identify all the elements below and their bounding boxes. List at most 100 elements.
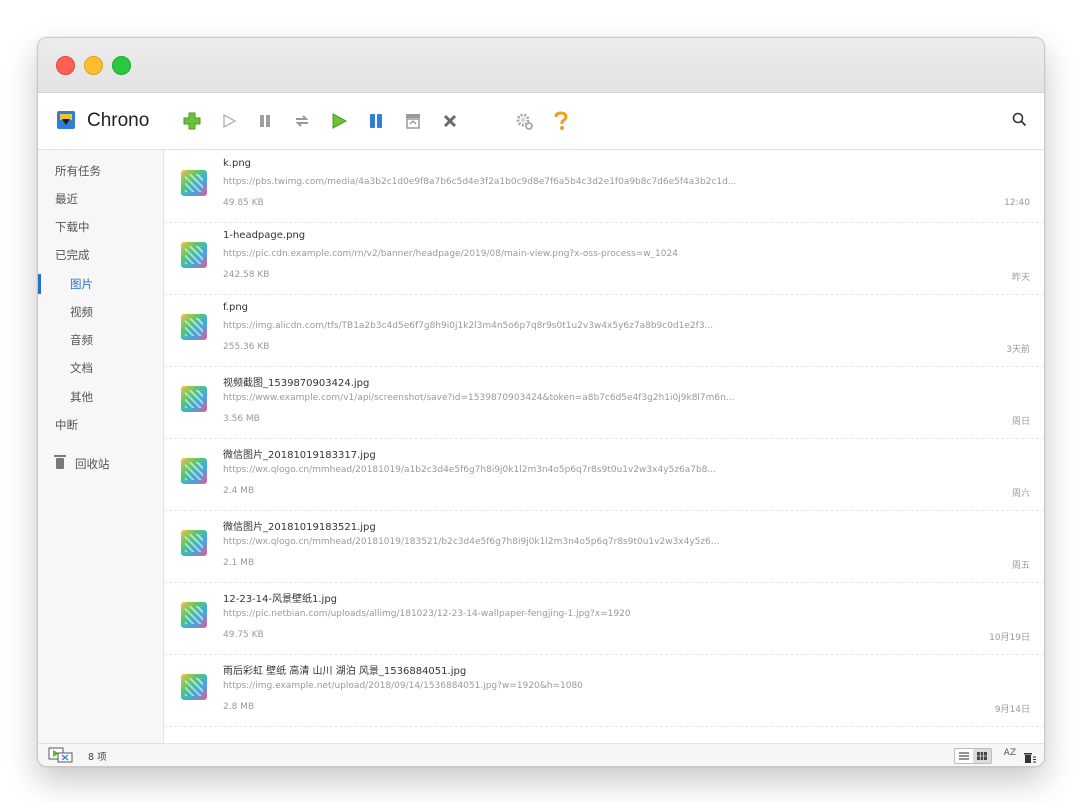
sidebar-item-label: 中断 [55,418,78,432]
trash-icon [54,455,66,469]
sidebar-item-downloading[interactable]: 下载中 [38,215,163,239]
file-url: https://img.alicdn.com/tfs/TB1a2b3c4d5e6… [223,321,714,331]
list-view-button[interactable] [955,749,973,763]
list-view-icon [959,752,969,760]
view-toggle [954,748,992,764]
sidebar-item-label: 视频 [70,305,93,319]
pause-all-icon [370,114,382,128]
file-size: 2.4 MB [223,486,255,496]
file-size: 2.1 MB [223,558,255,568]
file-size: 2.8 MB [223,702,255,712]
sidebar-item-interrupted[interactable]: 中断 [38,413,163,437]
file-name: k.png [223,158,252,169]
pause-all-button[interactable] [364,109,388,133]
status-bar: 8 项 AZ [38,743,1044,766]
file-size: 242.58 KB [223,270,270,280]
grid-view-button[interactable] [973,749,991,763]
image-file-icon [181,386,207,412]
app-title: Chrono [87,110,150,131]
file-time: 10月19日 [989,633,1030,643]
download-row[interactable]: f.png https://img.alicdn.com/tfs/TB1a2b3… [164,294,1044,367]
file-name: 视频截图_1539870903424.jpg [223,378,370,389]
app-logo-icon [57,111,75,129]
help-button[interactable] [549,109,573,133]
file-name: 微信图片_20181019183317.jpg [223,450,376,461]
sidebar-item-recent[interactable]: 最近 [38,187,163,211]
download-row[interactable]: 微信图片_20181019183317.jpg https://wx.qlogo… [164,438,1044,511]
file-name: 微信图片_20181019183521.jpg [223,522,376,533]
task-status-icon[interactable] [48,747,73,763]
file-time: 9月14日 [994,705,1030,715]
image-file-icon [181,602,207,628]
file-size: 49.75 KB [223,630,264,640]
file-url: https://wx.qlogo.cn/mmhead/20181019/1835… [223,537,720,547]
sidebar-item-video[interactable]: 视频 [38,300,163,324]
image-file-icon [181,314,207,340]
help-icon [554,111,568,130]
sidebar-item-label: 文档 [70,361,93,375]
download-row[interactable]: k.png https://pbs.twimg.com/media/4a3b2c… [164,150,1044,223]
sidebar-item-label: 所有任务 [55,164,101,178]
sidebar-item-label: 最近 [55,192,78,206]
file-url: https://pic.netbian.com/uploads/allimg/1… [223,609,631,619]
pause-button[interactable] [253,109,277,133]
delete-button[interactable] [438,109,462,133]
image-file-icon [181,674,207,700]
file-time: 12:40 [1004,198,1030,208]
close-window-button[interactable] [56,56,75,75]
file-time: 周日 [1011,417,1030,427]
sidebar-item-documents[interactable]: 文档 [38,356,163,380]
archive-button[interactable] [401,109,425,133]
plus-icon [183,112,201,130]
download-list: k.png https://pbs.twimg.com/media/4a3b2c… [164,150,1044,743]
settings-button[interactable] [512,109,536,133]
add-task-button[interactable] [180,109,204,133]
file-url: https://wx.qlogo.cn/mmhead/20181019/a1b2… [223,465,716,475]
sidebar-item-trash[interactable]: 回收站 [38,452,163,476]
file-time: 周五 [1011,561,1030,571]
file-size: 49.85 KB [223,198,264,208]
download-row[interactable]: 微信图片_20181019183521.jpg https://wx.qlogo… [164,510,1044,583]
clear-list-button[interactable] [1024,749,1036,763]
file-time: 周六 [1011,489,1030,499]
file-url: https://pbs.twimg.com/media/4a3b2c1d0e9f… [223,177,737,187]
sidebar-item-all[interactable]: 所有任务 [38,159,163,183]
sidebar-item-audio[interactable]: 音频 [38,328,163,352]
play-all-icon [332,113,348,129]
file-time: 3天前 [1006,345,1030,355]
sidebar-item-other[interactable]: 其他 [38,385,163,409]
file-url: https://pic.cdn.example.com/rn/v2/banner… [223,249,678,259]
sidebar: 所有任务 最近 下载中 已完成 图片 视频 音频 文档 其他 中断 回收站 [38,150,164,743]
start-all-button[interactable] [327,109,351,133]
minimize-window-button[interactable] [84,56,103,75]
download-row[interactable]: 1-headpage.png https://pic.cdn.example.c… [164,222,1044,295]
file-time: 昨天 [1011,273,1030,283]
search-button[interactable] [1010,110,1030,130]
image-file-icon [181,170,207,196]
sidebar-item-images[interactable]: 图片 [38,272,163,296]
retry-button[interactable] [290,109,314,133]
search-icon [1012,112,1027,127]
file-url: https://img.example.net/upload/2018/09/1… [223,681,583,691]
image-file-icon [181,530,207,556]
item-count: 8 项 [88,752,107,763]
download-row[interactable]: 12-23-14-风景壁纸1.jpg https://pic.netbian.c… [164,582,1044,655]
toolbar: Chrono [38,93,1044,150]
sort-button[interactable]: AZ [1004,748,1016,758]
pause-icon [260,115,270,127]
zoom-window-button[interactable] [112,56,131,75]
sidebar-item-label: 图片 [70,277,93,291]
file-name: 1-headpage.png [223,230,306,241]
file-size: 255.36 KB [223,342,270,352]
file-name: 雨后彩虹 壁纸 高清 山川 湖泊 风景_1536884051.jpg [223,666,467,677]
download-row[interactable]: 雨后彩虹 壁纸 高清 山川 湖泊 风景_1536884051.jpg https… [164,654,1044,727]
start-button[interactable] [217,109,241,133]
download-row[interactable]: 视频截图_1539870903424.jpg https://www.examp… [164,366,1044,439]
sidebar-item-label: 音频 [70,333,93,347]
file-name: f.png [223,302,249,313]
file-url: https://www.example.com/v1/api/screensho… [223,393,735,403]
sidebar-item-completed[interactable]: 已完成 [38,243,163,267]
sidebar-item-label: 下载中 [55,220,90,234]
sidebar-item-label: 已完成 [55,248,90,262]
play-icon [223,113,237,129]
